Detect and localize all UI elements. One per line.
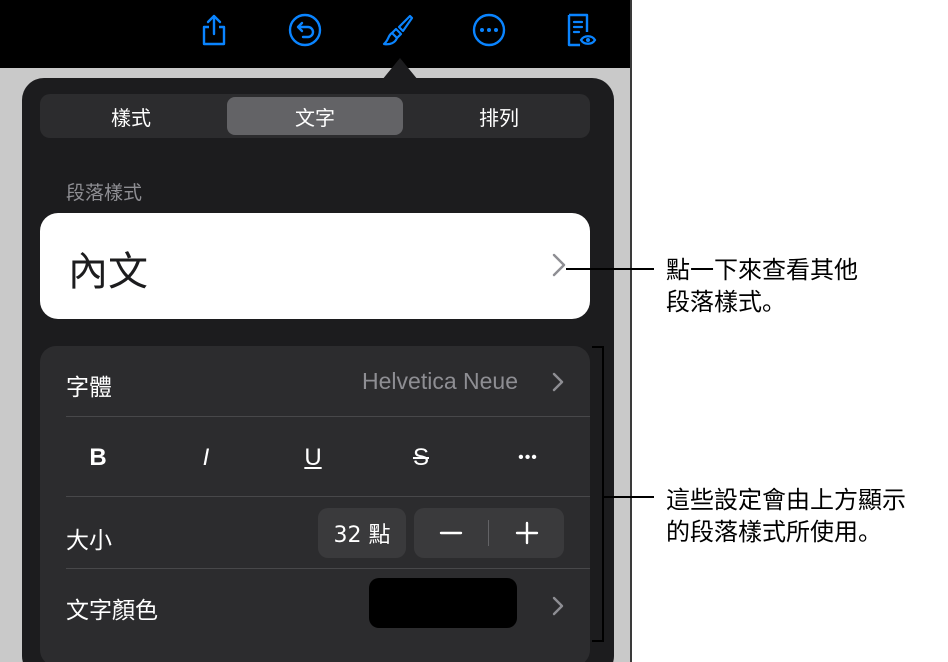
font-size-value[interactable]: 32 點 xyxy=(318,508,406,558)
share-button[interactable] xyxy=(192,8,236,52)
format-button[interactable] xyxy=(376,8,420,52)
callout-settings-line2: 的段落樣式所使用。 xyxy=(666,518,882,546)
undo-button[interactable] xyxy=(283,8,327,52)
format-tabs: 樣式 文字 排列 xyxy=(40,94,590,138)
paragraph-style-button[interactable]: 內文 xyxy=(40,213,590,319)
undo-icon xyxy=(288,13,322,47)
chevron-right-icon xyxy=(552,372,564,392)
popover-arrow xyxy=(382,58,418,80)
share-icon xyxy=(202,14,226,46)
callout-bracket xyxy=(592,346,604,642)
increase-size-button[interactable] xyxy=(490,508,564,558)
format-brush-icon xyxy=(382,14,414,46)
callout-line-style xyxy=(566,268,654,270)
chevron-right-icon xyxy=(552,253,566,277)
plus-icon xyxy=(515,521,539,545)
more-text-options-button[interactable]: ••• xyxy=(498,436,558,480)
toolbar xyxy=(0,0,630,68)
more-icon xyxy=(472,13,506,47)
reading-view-button[interactable] xyxy=(557,8,601,52)
callout-line-settings xyxy=(604,496,654,498)
callout-style-line2: 段落樣式。 xyxy=(666,288,786,316)
divider xyxy=(66,496,590,497)
tab-style[interactable]: 樣式 xyxy=(43,97,219,135)
callout-settings: 這些設定會由上方顯示 的段落樣式所使用。 xyxy=(666,484,906,548)
callout-style: 點一下來查看其他 段落樣式。 xyxy=(666,254,858,318)
strikethrough-button[interactable]: S xyxy=(391,436,451,480)
tab-text[interactable]: 文字 xyxy=(227,97,403,135)
screen-edge xyxy=(630,0,632,662)
underline-button[interactable]: U xyxy=(283,436,343,480)
more-button[interactable] xyxy=(467,8,511,52)
font-label: 字體 xyxy=(66,375,112,401)
divider xyxy=(66,416,590,417)
text-settings-group: 字體 Helvetica Neue B I U S ••• 大小 32 點 文字… xyxy=(40,346,590,662)
paragraph-style-header: 段落樣式 xyxy=(66,182,143,204)
italic-button[interactable]: I xyxy=(176,436,236,480)
text-color-label: 文字顏色 xyxy=(66,598,158,624)
font-row[interactable]: 字體 Helvetica Neue xyxy=(40,346,590,416)
chevron-right-icon xyxy=(552,596,564,616)
minus-icon xyxy=(439,531,463,535)
font-size-stepper xyxy=(414,508,564,558)
stepper-divider xyxy=(488,520,489,546)
callout-settings-line1: 這些設定會由上方顯示 xyxy=(666,486,906,514)
callout-style-line1: 點一下來查看其他 xyxy=(666,256,858,284)
font-value: Helvetica Neue xyxy=(362,368,518,394)
format-popover: 樣式 文字 排列 段落樣式 內文 字體 Helvetica Neue B I U xyxy=(22,78,614,662)
text-color-swatch[interactable] xyxy=(369,578,517,628)
bold-button[interactable]: B xyxy=(68,436,128,480)
reading-view-icon xyxy=(567,13,597,47)
paragraph-style-name: 內文 xyxy=(68,249,148,295)
tab-arrange[interactable]: 排列 xyxy=(411,97,587,135)
decrease-size-button[interactable] xyxy=(414,508,488,558)
size-label: 大小 xyxy=(66,528,112,554)
ipad-screen: 樣式 文字 排列 段落樣式 內文 字體 Helvetica Neue B I U xyxy=(0,0,630,662)
